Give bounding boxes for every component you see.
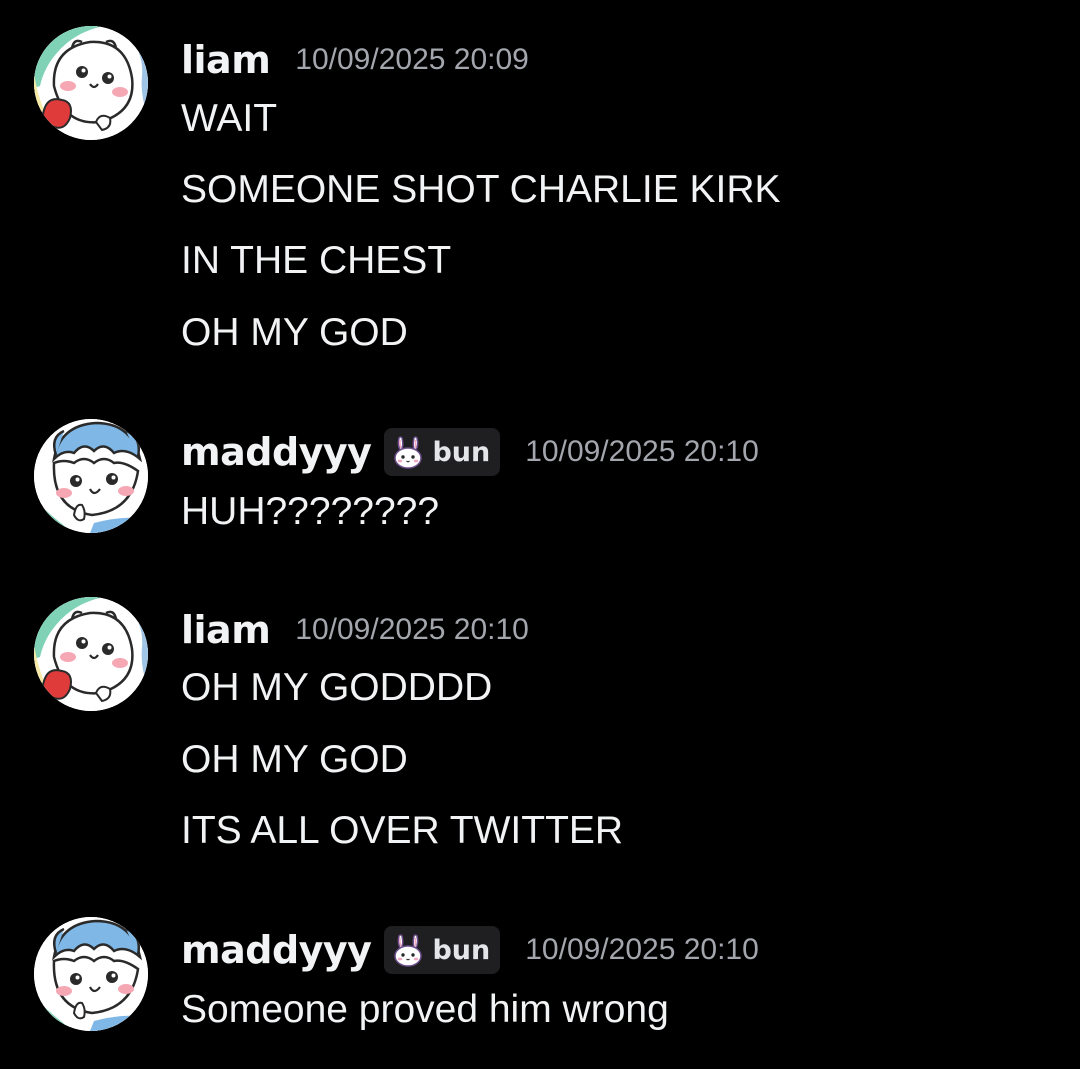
message-text: ITS ALL OVER TWITTER [181, 809, 624, 852]
message-header: liam 10/09/2025 20:09 [181, 36, 529, 84]
message-text: OH MY GOD [181, 738, 408, 781]
message-text: WAIT [181, 97, 278, 140]
hachiware-avatar-icon[interactable] [34, 917, 148, 1031]
bunny-icon [390, 932, 426, 968]
timestamp[interactable]: 10/09/2025 20:10 [525, 435, 759, 469]
message-header: liam 10/09/2025 20:10 [181, 606, 529, 654]
guild-tag-label: bun [432, 934, 491, 966]
message-header: maddyyy bun 10/09/2025 20:10 [181, 926, 759, 974]
guild-tag[interactable]: bun [384, 428, 501, 476]
chiikawa-avatar-icon[interactable] [34, 26, 148, 140]
hachiware-avatar-icon[interactable] [34, 419, 148, 533]
message-text: OH MY GOD [181, 311, 408, 354]
message-header: maddyyy bun 10/09/2025 20:10 [181, 428, 759, 476]
timestamp[interactable]: 10/09/2025 20:10 [295, 613, 529, 647]
message-text: IN THE CHEST [181, 239, 452, 282]
message-text: Someone proved him wrong [181, 988, 669, 1031]
username[interactable]: liam [181, 38, 271, 82]
timestamp[interactable]: 10/09/2025 20:09 [295, 43, 529, 77]
message-text: SOMEONE SHOT CHARLIE KIRK [181, 168, 781, 211]
message-text: OH MY GODDDD [181, 666, 493, 709]
username[interactable]: maddyyy [181, 928, 372, 972]
guild-tag[interactable]: bun [384, 926, 501, 974]
chiikawa-avatar-icon[interactable] [34, 597, 148, 711]
guild-tag-label: bun [432, 436, 491, 468]
message-text: HUH???????? [181, 490, 440, 533]
username[interactable]: maddyyy [181, 430, 372, 474]
bunny-icon [390, 434, 426, 470]
timestamp[interactable]: 10/09/2025 20:10 [525, 933, 759, 967]
username[interactable]: liam [181, 608, 271, 652]
